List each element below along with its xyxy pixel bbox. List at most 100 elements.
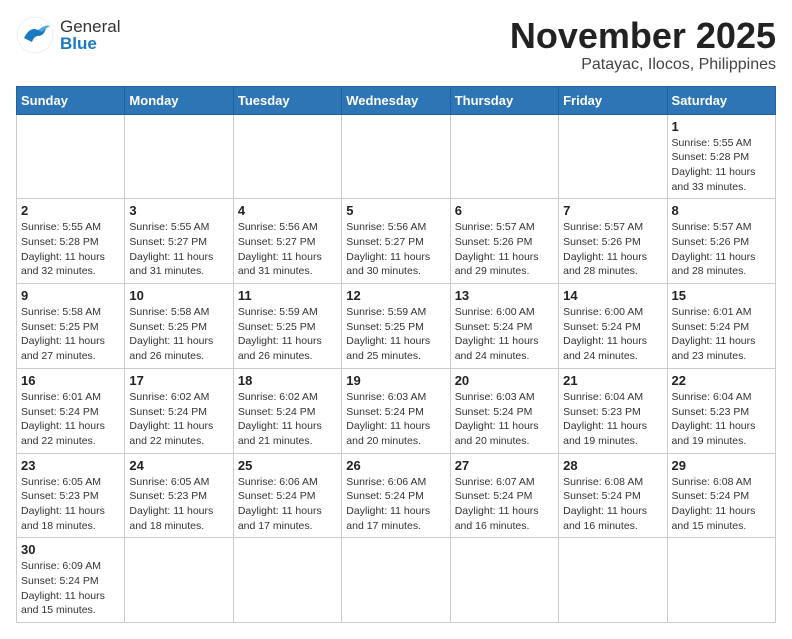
weekday-header: Monday xyxy=(125,86,233,114)
calendar-cell: 14 Sunrise: 6:00 AMSunset: 5:24 PMDayligh… xyxy=(559,284,667,369)
day-number: 17 xyxy=(129,373,228,388)
weekday-header: Wednesday xyxy=(342,86,450,114)
day-number: 11 xyxy=(238,288,337,303)
day-info: Sunrise: 6:05 AMSunset: 5:23 PMDaylight:… xyxy=(21,475,120,534)
calendar-cell: 11 Sunrise: 5:59 AMSunset: 5:25 PMDayligh… xyxy=(233,284,341,369)
calendar-cell: 30 Sunrise: 6:09 AMSunset: 5:24 PMDayligh… xyxy=(17,538,125,623)
day-info: Sunrise: 6:07 AMSunset: 5:24 PMDaylight:… xyxy=(455,475,554,534)
day-number: 27 xyxy=(455,458,554,473)
day-info: Sunrise: 5:59 AMSunset: 5:25 PMDaylight:… xyxy=(346,305,445,364)
calendar-cell: 13Sunrise: 6:00 AMSunset: 5:24 PMDayligh… xyxy=(450,284,558,369)
day-info: Sunrise: 6:02 AMSunset: 5:24 PMDaylight:… xyxy=(238,390,337,449)
day-info: Sunrise: 5:56 AMSunset: 5:27 PMDaylight:… xyxy=(238,220,337,279)
day-info: Sunrise: 5:57 AMSunset: 5:26 PMDaylight:… xyxy=(672,220,771,279)
week-row: 1 Sunrise: 5:55 AMSunset: 5:28 PMDaylight… xyxy=(17,114,776,199)
day-number: 29 xyxy=(672,458,771,473)
week-row: 23 Sunrise: 6:05 AMSunset: 5:23 PMDayligh… xyxy=(17,453,776,538)
day-number: 25 xyxy=(238,458,337,473)
day-info: Sunrise: 6:00 AMSunset: 5:24 PMDaylight:… xyxy=(563,305,662,364)
calendar-cell: 1 Sunrise: 5:55 AMSunset: 5:28 PMDaylight… xyxy=(667,114,775,199)
calendar-cell: 25 Sunrise: 6:06 AMSunset: 5:24 PMDayligh… xyxy=(233,453,341,538)
day-number: 2 xyxy=(21,203,120,218)
day-number: 16 xyxy=(21,373,120,388)
page-header: General Blue November 2025 Patayac, Iloc… xyxy=(16,16,776,74)
day-number: 4 xyxy=(238,203,337,218)
calendar-cell: 18 Sunrise: 6:02 AMSunset: 5:24 PMDayligh… xyxy=(233,368,341,453)
calendar-cell xyxy=(559,114,667,199)
day-info: Sunrise: 5:58 AMSunset: 5:25 PMDaylight:… xyxy=(129,305,228,364)
calendar-cell: 3 Sunrise: 5:55 AMSunset: 5:27 PMDaylight… xyxy=(125,199,233,284)
day-info: Sunrise: 6:09 AMSunset: 5:24 PMDaylight:… xyxy=(21,559,120,618)
calendar-cell: 21 Sunrise: 6:04 AMSunset: 5:23 PMDayligh… xyxy=(559,368,667,453)
calendar-cell xyxy=(125,538,233,623)
calendar-cell: 24Sunrise: 6:05 AMSunset: 5:23 PMDayligh… xyxy=(125,453,233,538)
day-number: 26 xyxy=(346,458,445,473)
day-info: Sunrise: 6:01 AMSunset: 5:24 PMDaylight:… xyxy=(672,305,771,364)
day-info: Sunrise: 6:08 AMSunset: 5:24 PMDaylight:… xyxy=(672,475,771,534)
week-row: 30 Sunrise: 6:09 AMSunset: 5:24 PMDayligh… xyxy=(17,538,776,623)
calendar-cell: 12 Sunrise: 5:59 AMSunset: 5:25 PMDayligh… xyxy=(342,284,450,369)
day-info: Sunrise: 5:57 AMSunset: 5:26 PMDaylight:… xyxy=(563,220,662,279)
calendar-cell: 6Sunrise: 5:57 AMSunset: 5:26 PMDaylight… xyxy=(450,199,558,284)
day-info: Sunrise: 6:00 AMSunset: 5:24 PMDaylight:… xyxy=(455,305,554,364)
calendar-cell: 2 Sunrise: 5:55 AMSunset: 5:28 PMDaylight… xyxy=(17,199,125,284)
day-info: Sunrise: 6:08 AMSunset: 5:24 PMDaylight:… xyxy=(563,475,662,534)
weekday-header: Sunday xyxy=(17,86,125,114)
day-number: 24 xyxy=(129,458,228,473)
week-row: 2 Sunrise: 5:55 AMSunset: 5:28 PMDaylight… xyxy=(17,199,776,284)
logo-bird-icon xyxy=(16,16,54,54)
calendar-cell: 7Sunrise: 5:57 AMSunset: 5:26 PMDaylight… xyxy=(559,199,667,284)
day-info: Sunrise: 6:04 AMSunset: 5:23 PMDaylight:… xyxy=(672,390,771,449)
day-number: 21 xyxy=(563,373,662,388)
day-info: Sunrise: 5:59 AMSunset: 5:25 PMDaylight:… xyxy=(238,305,337,364)
day-number: 15 xyxy=(672,288,771,303)
day-number: 1 xyxy=(672,119,771,134)
day-info: Sunrise: 6:06 AMSunset: 5:24 PMDaylight:… xyxy=(346,475,445,534)
logo: General Blue xyxy=(16,16,120,54)
day-info: Sunrise: 6:02 AMSunset: 5:24 PMDaylight:… xyxy=(129,390,228,449)
day-info: Sunrise: 6:04 AMSunset: 5:23 PMDaylight:… xyxy=(563,390,662,449)
calendar-cell xyxy=(125,114,233,199)
calendar-cell: 17 Sunrise: 6:02 AMSunset: 5:24 PMDayligh… xyxy=(125,368,233,453)
logo-wrapper: General Blue xyxy=(16,16,120,54)
day-number: 18 xyxy=(238,373,337,388)
calendar-cell: 16Sunrise: 6:01 AMSunset: 5:24 PMDayligh… xyxy=(17,368,125,453)
day-number: 6 xyxy=(455,203,554,218)
calendar-cell: 27 Sunrise: 6:07 AMSunset: 5:24 PMDayligh… xyxy=(450,453,558,538)
calendar-cell: 22 Sunrise: 6:04 AMSunset: 5:23 PMDayligh… xyxy=(667,368,775,453)
weekday-header: Saturday xyxy=(667,86,775,114)
calendar: SundayMondayTuesdayWednesdayThursdayFrid… xyxy=(16,86,776,624)
calendar-cell: 26 Sunrise: 6:06 AMSunset: 5:24 PMDayligh… xyxy=(342,453,450,538)
week-row: 9Sunrise: 5:58 AMSunset: 5:25 PMDaylight… xyxy=(17,284,776,369)
calendar-cell xyxy=(450,114,558,199)
calendar-cell: 10 Sunrise: 5:58 AMSunset: 5:25 PMDayligh… xyxy=(125,284,233,369)
day-number: 14 xyxy=(563,288,662,303)
calendar-cell xyxy=(342,114,450,199)
day-info: Sunrise: 6:03 AMSunset: 5:24 PMDaylight:… xyxy=(455,390,554,449)
day-number: 30 xyxy=(21,542,120,557)
week-row: 16Sunrise: 6:01 AMSunset: 5:24 PMDayligh… xyxy=(17,368,776,453)
day-number: 12 xyxy=(346,288,445,303)
location: Patayac, Ilocos, Philippines xyxy=(510,56,776,74)
day-number: 23 xyxy=(21,458,120,473)
calendar-cell xyxy=(667,538,775,623)
calendar-cell xyxy=(342,538,450,623)
day-number: 5 xyxy=(346,203,445,218)
calendar-cell xyxy=(559,538,667,623)
day-info: Sunrise: 5:55 AMSunset: 5:27 PMDaylight:… xyxy=(129,220,228,279)
day-number: 20 xyxy=(455,373,554,388)
day-number: 3 xyxy=(129,203,228,218)
day-info: Sunrise: 6:06 AMSunset: 5:24 PMDaylight:… xyxy=(238,475,337,534)
calendar-cell: 23 Sunrise: 6:05 AMSunset: 5:23 PMDayligh… xyxy=(17,453,125,538)
day-number: 19 xyxy=(346,373,445,388)
day-info: Sunrise: 5:55 AMSunset: 5:28 PMDaylight:… xyxy=(21,220,120,279)
title-block: November 2025 Patayac, Ilocos, Philippin… xyxy=(510,16,776,74)
day-info: Sunrise: 5:58 AMSunset: 5:25 PMDaylight:… xyxy=(21,305,120,364)
calendar-cell: 19 Sunrise: 6:03 AMSunset: 5:24 PMDayligh… xyxy=(342,368,450,453)
day-number: 22 xyxy=(672,373,771,388)
day-info: Sunrise: 6:03 AMSunset: 5:24 PMDaylight:… xyxy=(346,390,445,449)
weekday-header-row: SundayMondayTuesdayWednesdayThursdayFrid… xyxy=(17,86,776,114)
month-title: November 2025 xyxy=(510,16,776,56)
day-number: 10 xyxy=(129,288,228,303)
day-info: Sunrise: 5:55 AMSunset: 5:28 PMDaylight:… xyxy=(672,136,771,195)
